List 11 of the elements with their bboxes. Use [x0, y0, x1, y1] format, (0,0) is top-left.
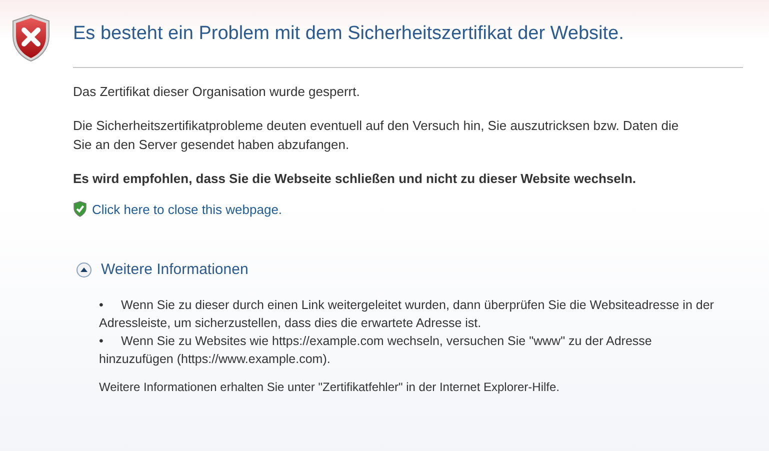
- page-title: Es besteht ein Problem mit dem Sicherheitszertifikat der Website.: [73, 23, 625, 45]
- check-shield-icon: [73, 201, 87, 217]
- more-info-toggle[interactable]: Weitere Informationen: [76, 261, 248, 278]
- info-list-item: • Wenn Sie zu dieser durch einen Link weitergeleitet wurden, dann überprüfen Sie die Websiteadresse in der Adressleiste, um sicherzustellen, dass dies die erwartete Adresse ist.: [99, 297, 715, 332]
- message-text: Es wird empfohlen, dass Sie die Webseite schließen und nicht zu dieser Website wechseln.: [73, 170, 638, 188]
- message-text: Die Sicherheitszertifikatprobleme deuten eventuell auf den Versuch hin, Sie auszutricksen bzw. Daten die Sie an den Server gesendet haben abzufangen.: [73, 117, 680, 154]
- message-text: Das Zertifikat dieser Organisation wurde gesperrt.: [73, 83, 361, 101]
- info-list-item: • Wenn Sie zu Websites wie https://example.com wechseln, versuchen Sie "www" zu der Adresse hinzuzufügen (https://www.example.com).: [99, 333, 653, 368]
- close-page-link[interactable]: Click here to close this webpage.: [92, 202, 282, 216]
- error-shield-icon: [11, 14, 51, 62]
- help-text: Weitere Informationen erhalten Sie unter "Zertifikatfehler" in der Internet Explorer-Hilfe.: [99, 380, 561, 394]
